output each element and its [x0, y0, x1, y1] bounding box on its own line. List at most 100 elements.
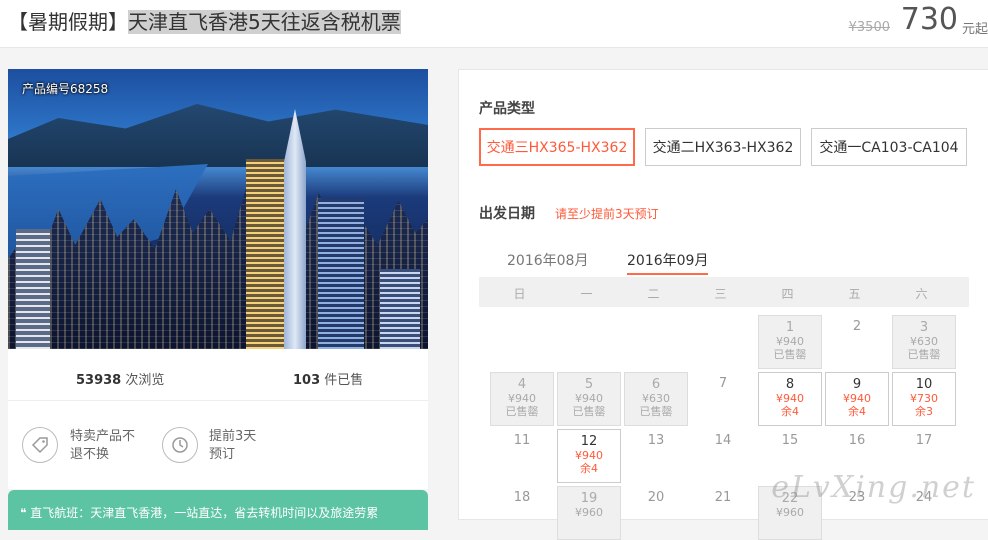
booking-panel: 产品类型 交通三HX365-HX362 交通二HX363-HX362 交通一CA…: [458, 69, 988, 540]
day-number: 1: [785, 320, 795, 335]
clock-icon: [162, 427, 198, 463]
day-price: ¥940: [575, 392, 603, 405]
calendar-day[interactable]: 8 ¥940 余4: [758, 372, 822, 426]
header-bar: 【暑期假期】天津直飞香港5天往返含税机票 ¥3500 730 元起: [0, 0, 988, 48]
features-row: 特卖产品不退不换 提前3天预订: [8, 401, 428, 489]
building-shape: [16, 229, 50, 349]
day-status: 余4: [848, 405, 866, 418]
day-number: 16: [848, 433, 866, 448]
calendar-day: 19 ¥960: [557, 486, 621, 540]
tag-icon: [22, 427, 58, 463]
day-status: 余4: [781, 405, 799, 418]
weekday-wed: 三: [714, 287, 727, 301]
day-number: 11: [513, 433, 531, 448]
day-price: ¥960: [776, 506, 804, 519]
day-status: 已售罄: [773, 348, 807, 361]
weekday-fri: 五: [848, 287, 861, 301]
day-status: 已售罄: [572, 405, 606, 418]
day-number: 21: [714, 490, 732, 505]
day-number: 6: [651, 377, 661, 392]
views-stat: 53938 次浏览: [76, 369, 164, 388]
current-price: 730: [900, 2, 958, 37]
building-shape: [380, 269, 420, 349]
calendar-day: 21: [691, 486, 755, 540]
product-code: 产品编号68258: [22, 82, 109, 96]
calendar-day[interactable]: 9 ¥940 余4: [825, 372, 889, 426]
day-status: 余4: [580, 462, 598, 475]
weekday-tue: 二: [647, 287, 660, 301]
calendar-day: 20: [624, 486, 688, 540]
day-price: ¥730: [910, 392, 938, 405]
day-status: 余3: [915, 405, 933, 418]
title-main: 天津直飞香港5天往返含税机票: [128, 10, 401, 34]
building-shape: [318, 199, 364, 349]
day-price: ¥940: [843, 392, 871, 405]
day-number: 15: [781, 433, 799, 448]
calendar-day: 5 ¥940 已售罄: [557, 372, 621, 426]
calendar-day: 14: [691, 429, 755, 483]
day-status: 已售罄: [505, 405, 539, 418]
calendar-day: 4 ¥940 已售罄: [490, 372, 554, 426]
product-type-label: 产品类型: [479, 101, 535, 117]
day-number: 17: [915, 433, 933, 448]
calendar-day: 18: [490, 486, 554, 540]
original-price: ¥3500: [848, 20, 890, 35]
advance-booking-note: 请至少提前3天预订: [555, 207, 659, 221]
title-prefix: 【暑期假期】: [8, 10, 128, 34]
type-option-2[interactable]: 交通二HX363-HX362: [645, 128, 801, 166]
day-price: ¥940: [508, 392, 536, 405]
day-number: 3: [919, 320, 929, 335]
day-price: ¥940: [575, 449, 603, 462]
price-area: ¥3500 730 元起: [788, 2, 988, 42]
day-price: ¥940: [776, 392, 804, 405]
feature-advance-booking: 提前3天预订: [209, 429, 257, 462]
sold-stat: 103 件已售: [293, 369, 363, 388]
departure-date-label: 出发日期: [479, 206, 535, 222]
weekday-sat: 六: [915, 287, 928, 301]
weekday-thu: 四: [781, 287, 794, 301]
type-option-1[interactable]: 交通三HX365-HX362: [479, 128, 635, 166]
day-number: 9: [852, 377, 862, 392]
day-number: 12: [580, 434, 598, 449]
highlight-banner: ❝ 直飞航班：天津直飞香港，一站直达，省去转机时间以及旅途劳累: [8, 490, 428, 530]
views-count: 53938: [76, 373, 122, 388]
product-panel: 产品编号68258 53938 次浏览 103 件已售 特卖产品不退不换 提前3…: [8, 69, 428, 530]
day-number: 2: [852, 319, 862, 334]
calendar-day: 2: [825, 315, 889, 369]
feature-no-refund: 特卖产品不退不换: [70, 429, 136, 462]
calendar-day[interactable]: 10 ¥730 余3: [892, 372, 956, 426]
calendar-day: 7: [691, 372, 755, 426]
weekday-mon: 一: [580, 287, 593, 301]
calendar-day: 6 ¥630 已售罄: [624, 372, 688, 426]
stats-row: 53938 次浏览 103 件已售: [8, 349, 428, 401]
sold-count: 103: [293, 373, 321, 388]
day-number: 19: [580, 491, 598, 506]
day-number: 5: [584, 377, 594, 392]
tab-month-09[interactable]: 2016年09月: [627, 250, 709, 275]
tab-month-08[interactable]: 2016年08月: [507, 250, 588, 270]
day-number: 8: [785, 377, 795, 392]
views-label: 次浏览: [125, 373, 165, 388]
price-unit: 元起: [961, 22, 988, 37]
calendar-day: 1 ¥940 已售罄: [758, 315, 822, 369]
day-price: ¥940: [776, 335, 804, 348]
calendar-day[interactable]: 12 ¥940 余4: [557, 429, 621, 483]
mountain-shape: [8, 104, 428, 167]
day-number: 14: [714, 433, 732, 448]
day-price: ¥960: [575, 506, 603, 519]
day-status: 已售罄: [907, 348, 941, 361]
building-shape: [246, 159, 286, 349]
sold-label: 件已售: [324, 373, 364, 388]
type-option-3[interactable]: 交通一CA103-CA104: [811, 128, 967, 166]
calendar-day: 11: [490, 429, 554, 483]
day-number: 4: [517, 377, 527, 392]
day-price: ¥630: [910, 335, 938, 348]
calendar-day: 13: [624, 429, 688, 483]
day-number: 7: [718, 376, 728, 391]
weekday-sun: 日: [513, 287, 526, 301]
weekday-header: 日 一 二 三 四 五 六: [479, 277, 969, 307]
day-number: 18: [513, 490, 531, 505]
hong-kong-city-image: 产品编号68258: [8, 69, 428, 349]
day-number: 20: [647, 490, 665, 505]
site-watermark: eLvXing.net: [771, 470, 976, 505]
